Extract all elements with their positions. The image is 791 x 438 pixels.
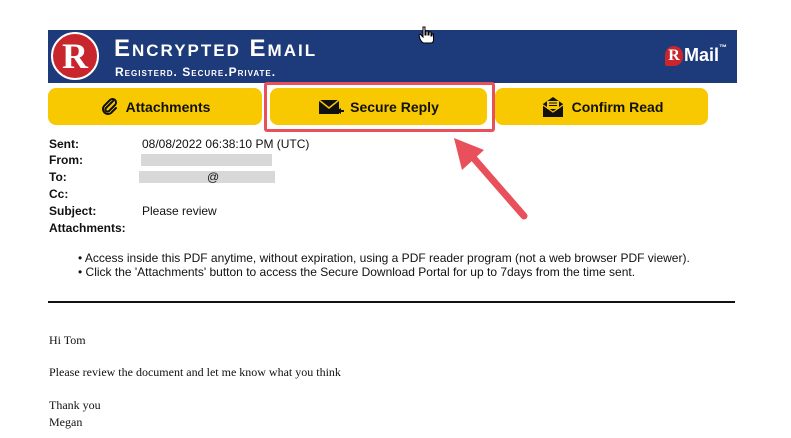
header-banner: R Encrypted Email Registerd. Secure.Priv… (48, 30, 737, 83)
rmail-tm: ™ (719, 43, 727, 52)
notes-list: • Access inside this PDF anytime, withou… (78, 251, 690, 279)
message-greeting: Hi Tom (49, 333, 86, 347)
logo-letter: R (62, 36, 88, 76)
from-redacted (141, 154, 272, 166)
paperclip-icon (101, 97, 117, 115)
rmail-r-mark: R (664, 45, 683, 66)
confirm-read-envelope-icon (542, 96, 563, 117)
confirm-read-button[interactable]: Confirm Read (495, 88, 708, 125)
cc-label: Cc: (49, 187, 69, 201)
attachments-button-label: Attachments (125, 98, 211, 115)
sent-value: 08/08/2022 06:38:10 PM (UTC) (142, 137, 310, 151)
confirm-read-button-label: Confirm Read (571, 98, 664, 115)
rmail-logo: R Mail ™ (664, 43, 727, 66)
note-item: • Click the 'Attachments' button to acce… (78, 265, 636, 279)
banner-title: Encrypted Email (114, 35, 318, 62)
rmail-text: Mail (683, 45, 719, 65)
note-item: • Access inside this PDF anytime, withou… (78, 251, 690, 265)
divider (48, 301, 735, 303)
to-partial: @ (207, 170, 220, 184)
to-label: To: (49, 170, 67, 184)
annotation-arrow-icon (454, 138, 528, 220)
subject-label: Subject: (49, 204, 97, 218)
message-signature: Megan (49, 415, 83, 429)
rpost-logo: R (51, 32, 99, 80)
subject-value: Please review (142, 204, 217, 218)
from-label: From: (49, 153, 83, 167)
banner-tagline: Registerd. Secure.Private. (115, 65, 277, 79)
attachments-meta-label: Attachments: (49, 221, 126, 235)
sent-label: Sent: (49, 137, 79, 151)
attachments-button[interactable]: Attachments (48, 88, 262, 125)
message-body: Please review the document and let me kn… (49, 365, 341, 379)
secure-reply-highlight (264, 82, 495, 132)
message-closing: Thank you (49, 398, 101, 412)
hand-cursor-icon (418, 26, 434, 44)
